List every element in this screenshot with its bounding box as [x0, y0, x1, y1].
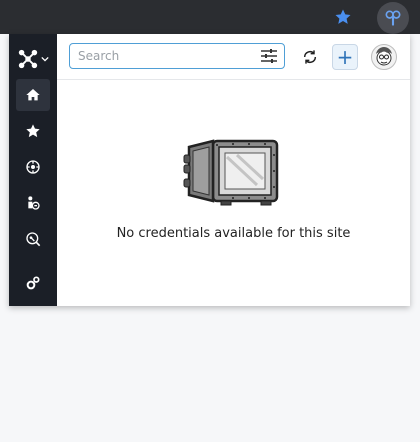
user-avatar[interactable] — [371, 44, 397, 70]
sync-icon — [303, 50, 317, 64]
passbolt-extension-button[interactable] — [377, 2, 409, 34]
popup-header: + — [57, 34, 410, 80]
key-search-icon — [26, 232, 41, 247]
search-input[interactable] — [70, 44, 266, 68]
add-credential-button[interactable]: + — [332, 44, 358, 70]
app-menu-button[interactable] — [17, 44, 57, 74]
nav-shared[interactable] — [16, 151, 50, 183]
empty-state: No credentials available for this site — [57, 80, 410, 306]
bookmark-star-icon[interactable] — [332, 6, 354, 28]
star-icon — [26, 124, 40, 138]
home-icon — [26, 89, 40, 101]
sync-button[interactable] — [299, 46, 321, 68]
sidebar — [9, 34, 57, 306]
nav-groups[interactable] — [16, 187, 50, 219]
browser-toolbar — [0, 0, 420, 34]
nav-settings[interactable] — [16, 267, 50, 299]
nav-search-credentials[interactable] — [16, 223, 50, 255]
user-group-icon — [28, 196, 40, 210]
search-box — [69, 43, 285, 69]
open-safe-illustration — [183, 139, 279, 206]
passbolt-icon — [385, 10, 401, 26]
chevron-down-icon — [41, 56, 49, 62]
extension-popup: + — [9, 34, 410, 306]
settings-gears-icon — [26, 276, 40, 290]
folder-share-icon — [26, 160, 40, 174]
nav-favorites[interactable] — [16, 115, 50, 147]
passbolt-logo-icon — [18, 49, 38, 69]
nav-home[interactable] — [16, 79, 50, 111]
sliders-icon[interactable] — [260, 48, 278, 64]
empty-state-message: No credentials available for this site — [116, 226, 351, 241]
